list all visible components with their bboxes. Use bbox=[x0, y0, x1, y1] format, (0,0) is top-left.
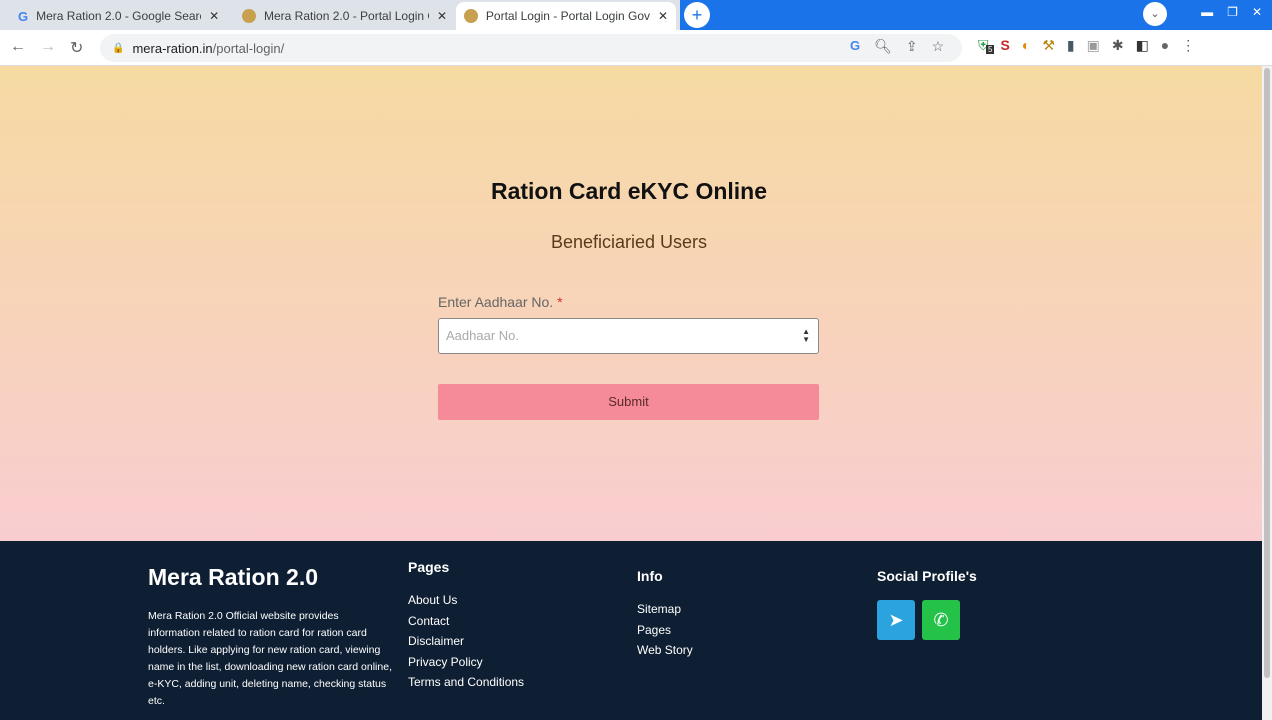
extension-mouse-icon[interactable]: ▮ bbox=[1067, 37, 1075, 54]
whatsapp-button[interactable]: ✆ bbox=[922, 600, 960, 640]
site-favicon-icon bbox=[464, 9, 478, 23]
reload-icon[interactable]: ↻ bbox=[70, 38, 83, 58]
footer-brand: Mera Ration 2.0 bbox=[148, 564, 318, 590]
number-spinner-icon[interactable]: ▲ ▼ bbox=[802, 328, 810, 344]
site-favicon-icon bbox=[242, 9, 256, 23]
close-icon[interactable]: ✕ bbox=[658, 9, 668, 23]
page-title: Ration Card eKYC Online bbox=[490, 178, 768, 204]
pages-heading: Pages bbox=[408, 559, 450, 575]
tab-search-button[interactable]: ⌄ bbox=[1143, 2, 1167, 26]
forward-icon[interactable]: → bbox=[40, 38, 56, 56]
footer-link-contact[interactable]: Contact bbox=[408, 611, 524, 632]
close-icon[interactable]: ✕ bbox=[437, 9, 447, 23]
side-panel-icon[interactable]: ◧ bbox=[1136, 37, 1149, 54]
restore-icon[interactable]: ❐ bbox=[1227, 5, 1238, 19]
minimize-icon[interactable]: ▬ bbox=[1201, 5, 1213, 19]
scrollbar-thumb[interactable] bbox=[1264, 68, 1270, 678]
new-tab-button[interactable]: + bbox=[684, 2, 710, 28]
tab-bar: G Mera Ration 2.0 - Google Search ✕ Mera R… bbox=[0, 0, 1272, 30]
whatsapp-icon: ✆ bbox=[933, 610, 949, 630]
scrollbar[interactable] bbox=[1262, 66, 1272, 720]
telegram-button[interactable]: ➤ bbox=[877, 600, 915, 640]
footer: Mera Ration 2.0 Mera Ration 2.0 Official… bbox=[0, 541, 1262, 720]
footer-link-privacy[interactable]: Privacy Policy bbox=[408, 652, 524, 673]
page-subtitle: Beneficiaried Users bbox=[550, 232, 708, 252]
tab-portal-login-active[interactable]: Portal Login - Portal Login Gover ✕ bbox=[456, 2, 676, 30]
close-icon[interactable]: ✕ bbox=[209, 9, 219, 23]
browser-toolbar: ← → ↻ 🔒 mera-ration.in/portal-login/ G 🔍… bbox=[0, 30, 1272, 66]
footer-link-sitemap[interactable]: Sitemap bbox=[637, 599, 693, 620]
back-icon[interactable]: ← bbox=[10, 38, 26, 56]
info-heading: Info bbox=[637, 568, 663, 584]
menu-kebab-icon[interactable]: ⋮ bbox=[1181, 37, 1195, 54]
share-icon[interactable]: ⇪ bbox=[906, 38, 918, 55]
zoom-icon[interactable]: 🔍︎ bbox=[874, 38, 892, 55]
footer-link-terms[interactable]: Terms and Conditions bbox=[408, 672, 524, 693]
social-heading: Social Profile's bbox=[877, 568, 977, 584]
bookmark-star-icon[interactable]: ☆ bbox=[932, 38, 945, 55]
google-icon: G bbox=[18, 8, 29, 24]
footer-link-pages[interactable]: Pages bbox=[637, 620, 693, 641]
login-section: Ration Card eKYC Online Beneficiaried Us… bbox=[0, 66, 1262, 541]
footer-link-about[interactable]: About Us bbox=[408, 590, 524, 611]
footer-link-disclaimer[interactable]: Disclaimer bbox=[408, 631, 524, 652]
close-window-icon[interactable]: ✕ bbox=[1252, 5, 1262, 19]
profile-avatar-icon[interactable]: ● bbox=[1161, 37, 1169, 54]
aadhaar-input[interactable]: Aadhaar No. ▲ ▼ bbox=[438, 318, 819, 354]
submit-button[interactable]: Submit bbox=[438, 384, 819, 420]
extension-circle-icon[interactable]: ◐ bbox=[1022, 37, 1030, 54]
extension-tools-icon[interactable]: ⚒ bbox=[1042, 37, 1055, 54]
tab-google-search[interactable]: G Mera Ration 2.0 - Google Search ✕ bbox=[10, 2, 227, 30]
footer-description: Mera Ration 2.0 Official website provide… bbox=[148, 610, 392, 707]
lock-icon: 🔒 bbox=[112, 42, 125, 54]
aadhaar-label: Enter Aadhaar No. * bbox=[438, 294, 563, 310]
extension-image-icon[interactable]: ▣ bbox=[1087, 37, 1100, 54]
tab-portal-login-1[interactable]: Mera Ration 2.0 - Portal Login Go ✕ bbox=[234, 2, 455, 30]
extension-shield-icon[interactable]: ⛨ 5 bbox=[978, 37, 995, 54]
google-lens-icon[interactable]: G bbox=[850, 38, 860, 55]
address-bar[interactable]: 🔒 mera-ration.in/portal-login/ bbox=[100, 34, 962, 62]
footer-link-web-story[interactable]: Web Story bbox=[637, 640, 693, 661]
extension-s-icon[interactable]: S bbox=[1001, 37, 1010, 54]
telegram-icon: ➤ bbox=[888, 610, 904, 630]
extensions-puzzle-icon[interactable]: ✱ bbox=[1112, 37, 1124, 54]
